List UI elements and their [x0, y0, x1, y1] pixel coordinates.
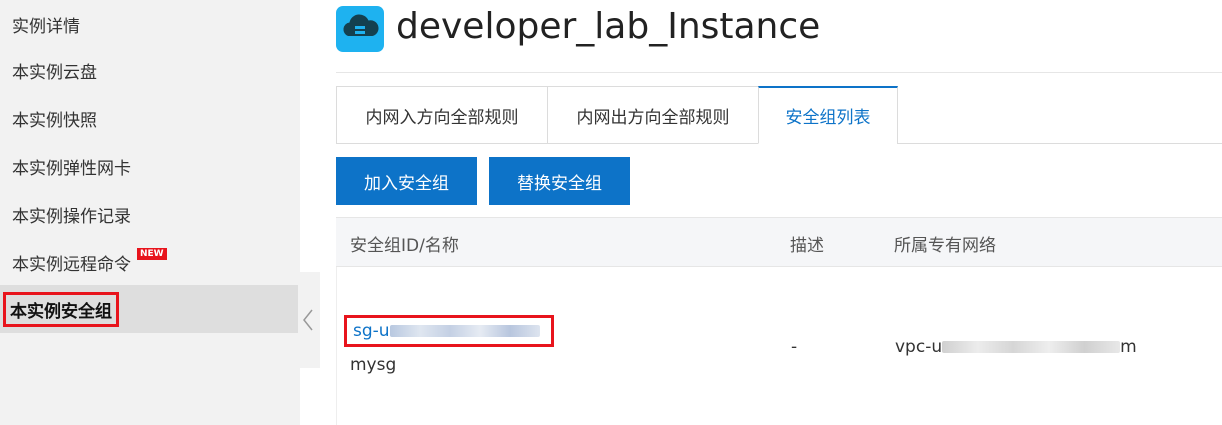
- replace-security-group-button[interactable]: 替换安全组: [489, 157, 630, 205]
- sidebar-collapse-handle[interactable]: [298, 272, 320, 368]
- chevron-left-icon: [303, 309, 313, 331]
- sidebar-item-elastic-nic[interactable]: 本实例弹性网卡: [0, 142, 300, 190]
- column-header-vpc: 所属专有网络: [894, 235, 996, 256]
- table-header: 安全组ID/名称 描述 所属专有网络: [336, 217, 1222, 267]
- tab-security-group-list[interactable]: 安全组列表: [758, 86, 898, 144]
- redacted-text: [389, 325, 540, 337]
- redacted-text: [942, 341, 1121, 353]
- sidebar-item-label: 实例详情: [12, 16, 80, 37]
- tab-bar-underline: [897, 143, 1222, 144]
- vpc-id: vpc-u m: [895, 337, 1137, 357]
- sidebar-item-operation-records[interactable]: 本实例操作记录: [0, 190, 300, 238]
- sidebar-item-label: 本实例弹性网卡: [12, 158, 131, 179]
- security-group-name: mysg: [350, 355, 397, 375]
- security-group-description: -: [791, 337, 798, 357]
- sidebar: 实例详情 本实例云盘 本实例快照 本实例弹性网卡 本实例操作记录 本实例远程命令…: [0, 0, 300, 425]
- tab-inbound-rules[interactable]: 内网入方向全部规则: [336, 86, 548, 144]
- cloud-server-icon: [336, 6, 384, 52]
- sidebar-item-security-groups[interactable]: 本实例安全组: [0, 285, 300, 333]
- sidebar-item-snapshots[interactable]: 本实例快照: [0, 94, 300, 142]
- sidebar-item-remote-commands[interactable]: 本实例远程命令 NEW: [0, 238, 300, 286]
- sidebar-item-label: 本实例操作记录: [12, 206, 131, 227]
- header-divider: [336, 72, 1222, 73]
- tab-outbound-rules[interactable]: 内网出方向全部规则: [547, 86, 759, 144]
- column-header-description: 描述: [790, 235, 824, 256]
- sidebar-item-label: 本实例快照: [12, 110, 97, 131]
- highlight-box: sg-u: [344, 315, 554, 347]
- join-security-group-button[interactable]: 加入安全组: [336, 157, 477, 205]
- security-group-id-link[interactable]: sg-u: [353, 321, 540, 341]
- page-title: developer_lab_Instance: [396, 6, 821, 47]
- sidebar-item-instance-details[interactable]: 实例详情: [0, 0, 300, 48]
- sidebar-item-label: 本实例远程命令: [12, 254, 131, 275]
- new-badge: NEW: [137, 248, 167, 260]
- table-row: sg-u mysg - vpc-u m: [336, 267, 1222, 425]
- sidebar-item-label: 本实例云盘: [12, 62, 97, 83]
- column-header-id-name: 安全组ID/名称: [350, 235, 459, 256]
- sidebar-item-label: 本实例安全组: [3, 291, 119, 327]
- sidebar-item-cloud-disks[interactable]: 本实例云盘: [0, 46, 300, 94]
